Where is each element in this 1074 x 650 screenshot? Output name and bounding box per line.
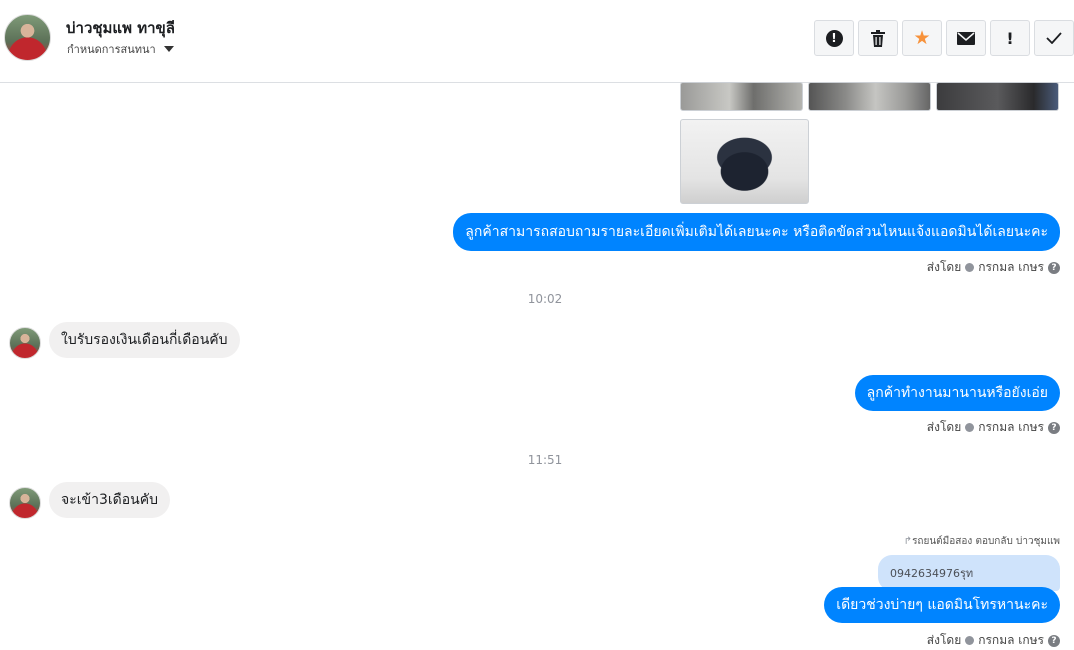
trash-icon	[871, 29, 885, 47]
agent-avatar-icon	[965, 636, 975, 645]
conversation-header: บ่าวชุมแพ ทาขุลี กำหนดการสนทนา ! ★ !	[0, 0, 1074, 83]
contact-avatar[interactable]	[4, 14, 51, 61]
reply-note-text: รถยนต์มือสอง ตอบกลับ บ่าวชุมแพ	[912, 536, 1060, 547]
star-icon: ★	[913, 27, 931, 49]
sent-by-label: ส่งโดย	[926, 420, 962, 434]
assign-label: กำหนดการสนทนา	[67, 43, 156, 56]
help-icon[interactable]: ?	[1048, 421, 1060, 434]
contact-avatar[interactable]	[9, 327, 41, 359]
contact-name[interactable]: บ่าวชุมแพ ทาขุลี	[66, 16, 175, 40]
timestamp: 11:51	[527, 453, 563, 467]
sent-by-row: ส่งโดย กรกมล เกษร ?	[927, 631, 1060, 650]
agent-avatar-icon	[965, 263, 975, 272]
follow-up-button[interactable]: !	[990, 20, 1030, 56]
spam-button[interactable]: !	[814, 20, 854, 56]
car-photo-thumbnail[interactable]	[680, 82, 803, 111]
outgoing-message[interactable]: เดียวช่วงบ่ายๆ แอดมินโทรหานะคะ	[824, 587, 1060, 623]
star-button[interactable]: ★	[902, 20, 942, 56]
incoming-message[interactable]: จะเข้า3เดือนคับ	[49, 482, 170, 518]
car-photo-thumbnail[interactable]	[680, 119, 809, 204]
sent-by-agent[interactable]: กรกมล เกษร	[978, 418, 1044, 437]
envelope-icon	[957, 31, 975, 45]
incoming-message[interactable]: ใบรับรองเงินเดือนกี่เดือนคับ	[49, 322, 240, 358]
sent-by-agent[interactable]: กรกมล เกษร	[978, 258, 1044, 277]
check-icon	[1046, 32, 1062, 44]
help-icon[interactable]: ?	[1048, 634, 1060, 647]
timestamp: 10:02	[527, 292, 563, 306]
sent-by-row: ส่งโดย กรกมล เกษร ?	[927, 418, 1060, 437]
help-icon[interactable]: ?	[1048, 261, 1060, 274]
conversation-toolbar: ! ★ !	[814, 20, 1074, 56]
reply-arrow-icon: ↱	[903, 536, 913, 547]
agent-avatar-icon	[965, 423, 975, 432]
sent-by-label: ส่งโดย	[926, 260, 962, 274]
caret-down-icon	[163, 46, 174, 52]
outgoing-message[interactable]: ลูกค้าสามารถสอบถามรายละเอียดเพิ่มเติมได้…	[453, 213, 1060, 251]
sent-by-label: ส่งโดย	[926, 633, 962, 647]
alert-circle-icon: !	[825, 29, 843, 47]
assign-conversation-dropdown[interactable]: กำหนดการสนทนา	[67, 40, 174, 58]
sent-by-agent[interactable]: กรกมล เกษร	[978, 631, 1044, 650]
reply-note: ↱รถยนต์มือสอง ตอบกลับ บ่าวชุมแพ	[904, 534, 1060, 549]
exclamation-icon: !	[1006, 28, 1014, 48]
quoted-message[interactable]: 0942634976รุท	[878, 555, 1060, 591]
outgoing-message[interactable]: ลูกค้าทำงานมานานหรือยังเอ่ย	[854, 375, 1060, 411]
car-photo-thumbnail[interactable]	[936, 82, 1059, 111]
car-photo-thumbnail[interactable]	[808, 82, 931, 111]
delete-button[interactable]	[858, 20, 898, 56]
contact-avatar[interactable]	[9, 487, 41, 519]
sent-by-row: ส่งโดย กรกมล เกษร ?	[927, 258, 1060, 277]
done-button[interactable]	[1034, 20, 1074, 56]
mark-unread-button[interactable]	[946, 20, 986, 56]
